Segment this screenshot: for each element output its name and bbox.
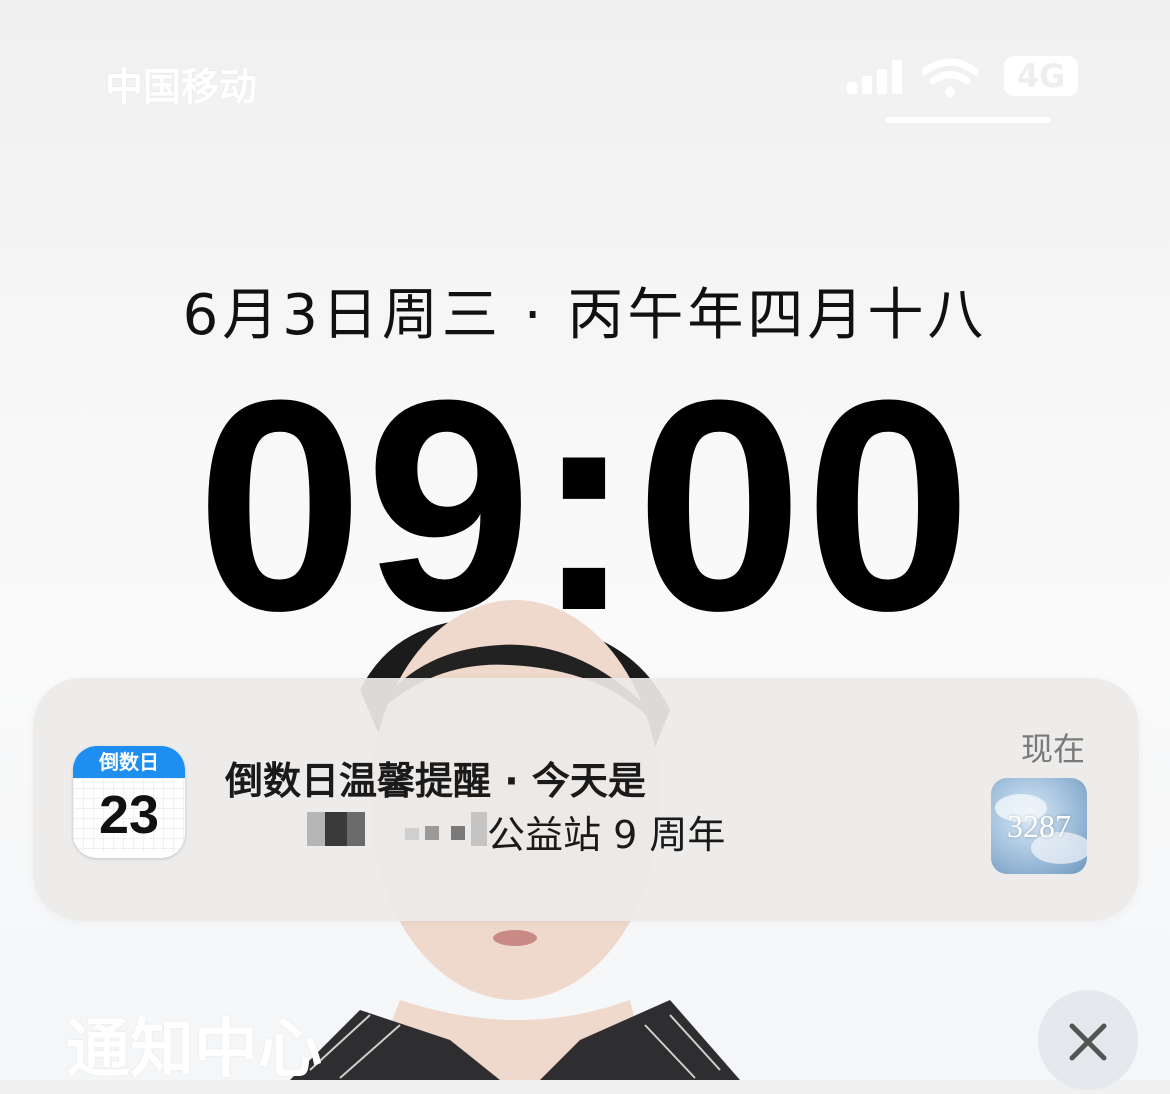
notification-body: 公益站 9 周年 [225,804,825,857]
app-icon-day: 23 [73,778,185,852]
notification-center-label: 通知中心 [66,1013,322,1087]
signal-icon [847,60,905,94]
redacted-block [425,826,439,840]
redacted-block [325,812,347,846]
close-icon [1069,1023,1107,1061]
status-indicator-line [885,117,1051,123]
thumbnail-number: 3287 [1007,808,1071,844]
redacted-block [451,826,465,840]
carrier-name: 中国移动 [105,65,258,109]
notification-title: 倒数日温馨提醒 · 今天是 [225,759,646,803]
battery-icon: 4G [1004,56,1078,96]
notification-card[interactable]: 倒数日 23 倒数日温馨提醒 · 今天是 公益站 9 周年 现在 3287 [33,678,1139,921]
notification-time: 现在 [1020,730,1085,768]
wifi-icon [922,58,978,97]
countdown-calendar-icon: 倒数日 23 [73,746,185,858]
redacted-block [307,812,325,846]
app-icon-header: 倒数日 [73,746,185,778]
redacted-block [405,828,419,840]
notification-body-text: 公益站 9 周年 [487,813,726,857]
redacted-block [471,812,487,846]
close-button[interactable] [1038,990,1138,1090]
notification-thumbnail: 3287 [991,778,1087,874]
redacted-block [347,812,365,846]
